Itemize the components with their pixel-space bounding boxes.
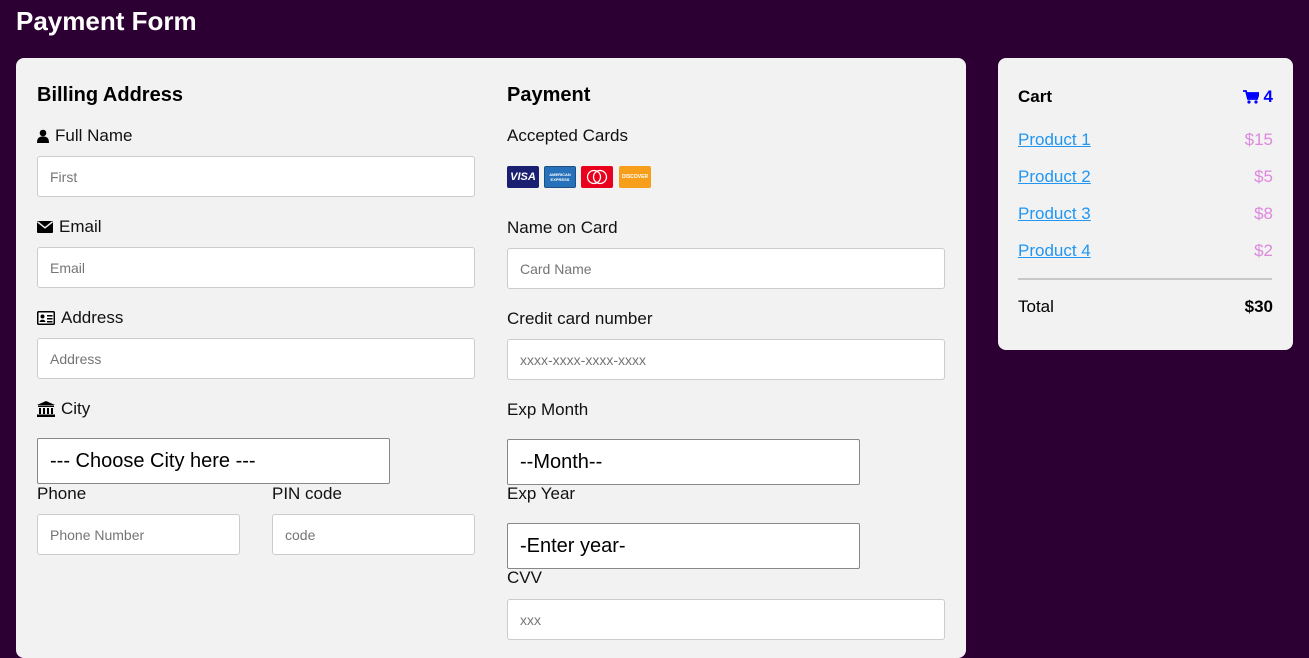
cart-total-value: $30 [1244,297,1273,316]
cvv-label: CVV [507,568,542,587]
exp-year-select[interactable]: -Enter year- [507,523,860,569]
discover-icon: DISCOVER [619,166,651,188]
exp-month-select[interactable]: --Month-- [507,439,860,485]
name-on-card-input[interactable] [507,248,945,289]
cart-count: 4 [1242,87,1273,107]
payment-heading: Payment [507,84,591,106]
exp-month-select-value: --Month-- [520,450,603,473]
pin-code-label: PIN code [272,484,342,503]
page-title: Payment Form [16,6,197,36]
mastercard-icon [581,166,613,188]
billing-heading: Billing Address [37,84,183,106]
cart-item-product-3[interactable]: Product 3 [1018,204,1091,224]
name-on-card-label: Name on Card [507,218,618,237]
address-input[interactable] [37,338,475,379]
user-icon [37,129,49,143]
cart-title: Cart [1018,87,1053,106]
payment-form-card: Billing Address Full Name Email Address … [16,58,966,658]
card-number-input[interactable] [507,339,945,380]
city-label: City [37,399,90,419]
envelope-icon [37,221,53,233]
full-name-input[interactable] [37,156,475,197]
address-card-icon [37,311,55,325]
cart-total-label: Total [1018,297,1054,316]
city-label-text: City [61,399,91,418]
full-name-label-text: Full Name [55,126,133,145]
exp-year-select-value: -Enter year- [520,534,626,557]
email-input[interactable] [37,247,475,288]
accepted-cards-label: Accepted Cards [507,126,628,145]
pin-code-input[interactable] [272,514,475,555]
exp-year-label: Exp Year [507,484,576,503]
phone-input[interactable] [37,514,240,555]
city-select[interactable]: --- Choose City here --- [37,438,390,484]
cart-divider [1018,278,1272,280]
email-label-text: Email [59,217,102,236]
exp-month-label: Exp Month [507,400,589,419]
email-label: Email [37,217,102,237]
visa-icon-text: VISA [510,171,536,183]
cart-item-price-4: $2 [1254,241,1273,260]
institution-icon [37,401,55,417]
amex-icon-text: AMERICAN EXPRESS [549,172,571,182]
cart-item-price-2: $5 [1254,167,1273,186]
discover-icon-text: DISCOVER [621,174,649,180]
amex-icon: AMERICAN EXPRESS [544,166,576,188]
cart-item-price-3: $8 [1254,204,1273,223]
cvv-input[interactable] [507,599,945,640]
city-select-value: --- Choose City here --- [50,449,256,472]
address-label: Address [37,308,123,328]
full-name-label: Full Name [37,126,132,146]
phone-label: Phone [37,484,87,503]
cart-item-price-1: $15 [1244,130,1273,149]
cart-count-value: 4 [1263,87,1273,106]
visa-icon: VISA [507,166,539,188]
shopping-cart-icon [1242,90,1259,104]
address-label-text: Address [61,308,124,327]
card-number-label: Credit card number [507,309,653,328]
cart-item-product-2[interactable]: Product 2 [1018,167,1091,187]
cart-item-product-1[interactable]: Product 1 [1018,130,1091,150]
cart-item-product-4[interactable]: Product 4 [1018,241,1091,261]
cart-card: Cart 4 Product 1 $15 Product 2 $5 Produc… [998,58,1293,350]
